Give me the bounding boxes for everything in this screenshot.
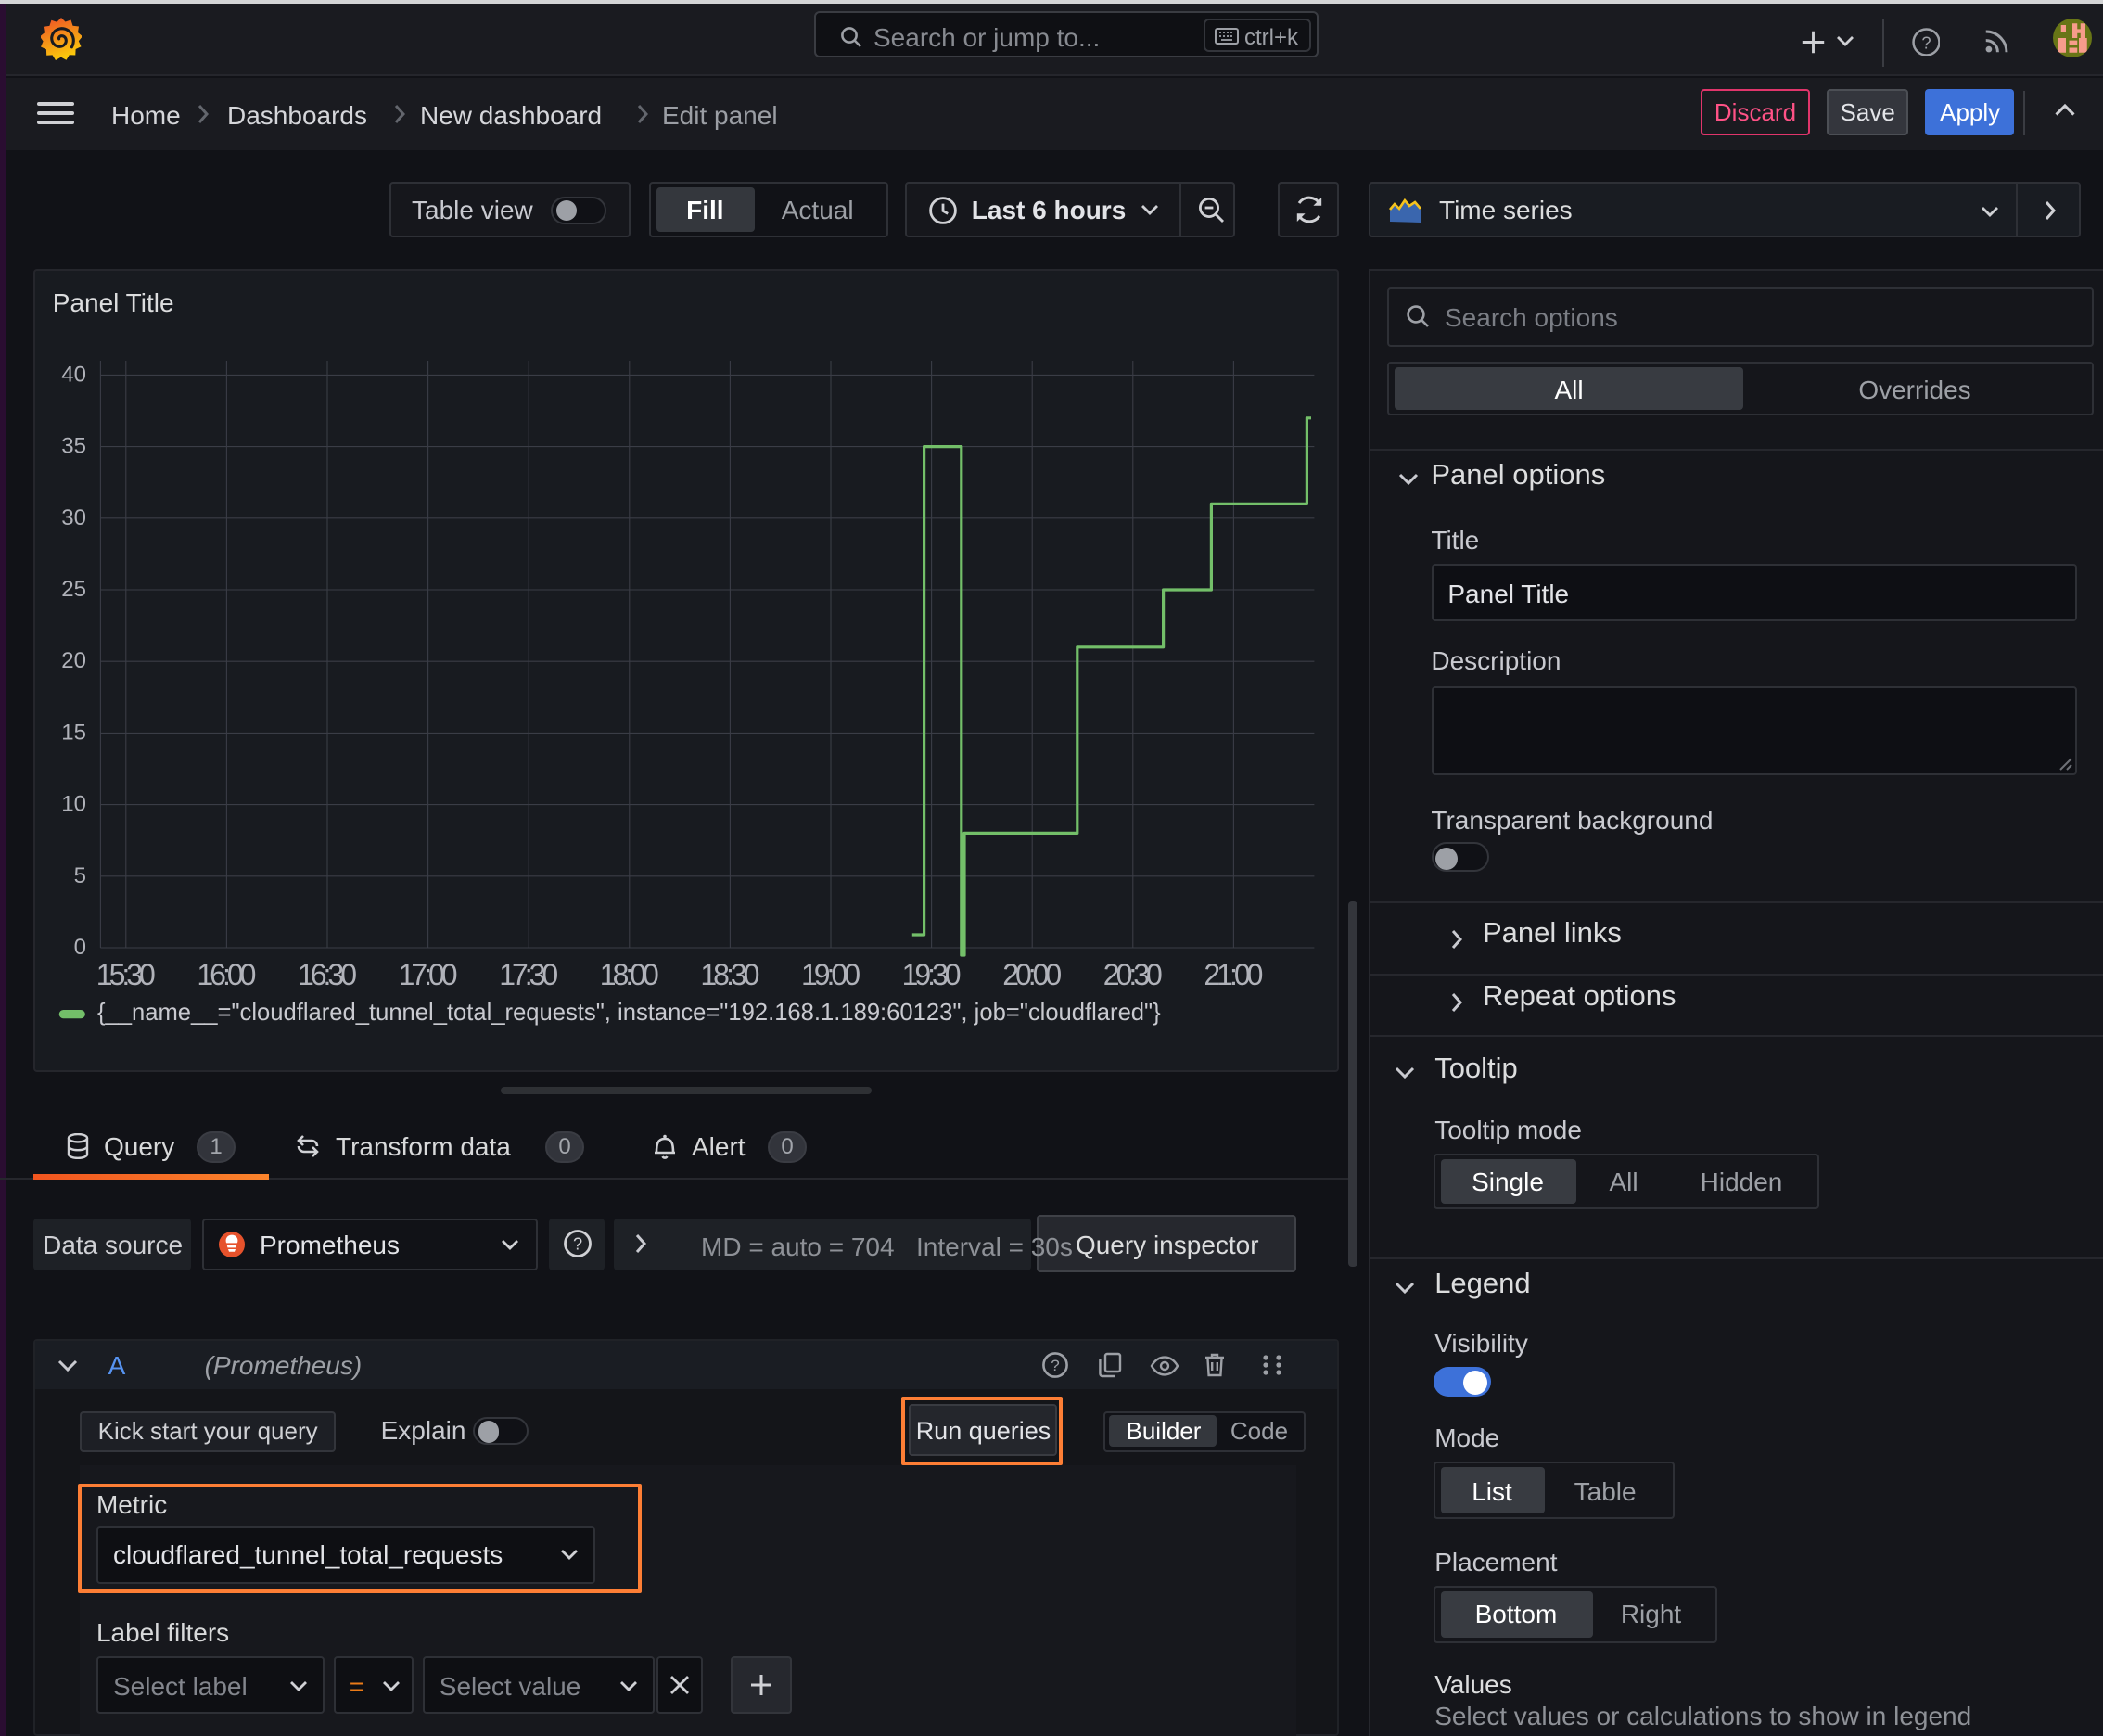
svg-text:25: 25: [61, 577, 86, 602]
svg-text:30: 30: [61, 505, 86, 530]
svg-text:?: ?: [572, 1234, 581, 1253]
svg-text:?: ?: [1052, 1357, 1060, 1374]
svg-text:35: 35: [61, 434, 86, 459]
svg-text:16:30: 16:30: [298, 958, 357, 991]
svg-text:5: 5: [73, 863, 85, 888]
svg-text:17:30: 17:30: [499, 958, 558, 991]
svg-text:10: 10: [61, 792, 86, 817]
svg-text:21:00: 21:00: [1204, 958, 1263, 991]
svg-text:17:00: 17:00: [398, 958, 457, 991]
svg-text:20: 20: [61, 648, 86, 673]
svg-text:?: ?: [1920, 32, 1930, 51]
svg-text:19:30: 19:30: [901, 958, 961, 991]
svg-text:16:00: 16:00: [197, 958, 256, 991]
svg-text:20:00: 20:00: [1002, 958, 1062, 991]
svg-text:{__name__="cloudflared_tunnel_: {__name__="cloudflared_tunnel_total_requ…: [97, 1000, 1161, 1026]
svg-text:18:00: 18:00: [599, 958, 658, 991]
svg-text:40: 40: [61, 362, 86, 387]
svg-text:15:30: 15:30: [96, 958, 155, 991]
svg-text:15: 15: [61, 720, 86, 745]
svg-text:0: 0: [73, 935, 85, 960]
svg-text:18:30: 18:30: [700, 958, 759, 991]
svg-text:19:00: 19:00: [801, 958, 860, 991]
svg-text:20:30: 20:30: [1102, 958, 1162, 991]
